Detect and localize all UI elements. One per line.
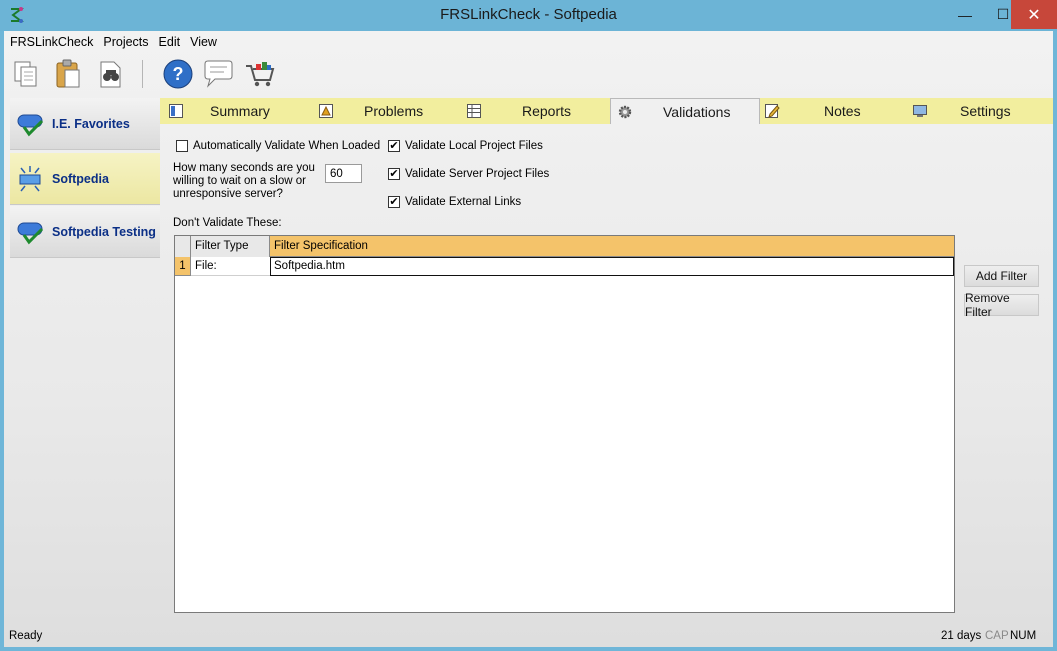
project-label: Softpedia Testing <box>52 224 156 239</box>
project-label: Softpedia <box>52 171 109 186</box>
validate-local-checkbox[interactable]: ✔ <box>388 140 400 152</box>
menu-edit[interactable]: Edit <box>154 31 186 53</box>
dont-validate-label: Don't Validate These: <box>173 217 282 229</box>
gear-icon <box>617 104 633 120</box>
paste-icon[interactable] <box>52 58 84 90</box>
window-title: FRSLinkCheck - Softpedia <box>440 6 617 23</box>
tab-strip: Summary Problems Reports Validations Not… <box>160 98 1053 124</box>
project-label: I.E. Favorites <box>52 116 130 131</box>
validate-server-checkbox[interactable]: ✔ <box>388 168 400 180</box>
num-indicator: NUM <box>1010 630 1037 642</box>
menu-bar: FRSLinkCheck Projects Edit View <box>4 31 1053 53</box>
menu-view[interactable]: View <box>185 31 222 53</box>
validate-external-option[interactable]: ✔ Validate External Links <box>388 196 521 208</box>
column-header-filter-spec[interactable]: Filter Specification <box>270 236 954 257</box>
tab-label: Reports <box>522 103 572 119</box>
validate-local-label: Validate Local Project Files <box>405 140 543 152</box>
filter-spec-cell[interactable]: Softpedia.htm <box>270 257 954 276</box>
row-number: 1 <box>175 257 191 276</box>
tab-label: Summary <box>210 103 270 119</box>
status-text: Ready <box>9 630 43 642</box>
tab-label: Notes <box>824 103 861 119</box>
checkmark-drive-icon <box>16 109 46 139</box>
menu-frslinkcheck[interactable]: FRSLinkCheck <box>4 31 98 53</box>
table-row[interactable]: 1 File: Softpedia.htm <box>175 257 954 276</box>
toolbar: ? <box>4 54 1053 94</box>
remove-filter-button[interactable]: Remove Filter <box>964 291 1039 319</box>
feedback-icon[interactable] <box>202 58 234 90</box>
validate-server-option[interactable]: ✔ Validate Server Project Files <box>388 168 549 180</box>
validate-local-option[interactable]: ✔ Validate Local Project Files <box>388 140 543 152</box>
close-button[interactable]: ✕ <box>1011 0 1057 29</box>
help-icon[interactable]: ? <box>162 58 194 90</box>
problems-icon <box>318 103 334 119</box>
menu-projects[interactable]: Projects <box>98 31 153 53</box>
minimize-button[interactable]: — <box>946 0 984 29</box>
validate-external-label: Validate External Links <box>405 196 522 208</box>
row-header-corner <box>175 236 191 257</box>
project-item-softpedia[interactable]: Softpedia <box>10 153 160 205</box>
notes-icon <box>764 103 780 119</box>
grid-header: Filter Type Filter Specification <box>175 236 954 257</box>
validate-server-label: Validate Server Project Files <box>405 168 550 180</box>
checkmark-drive-icon <box>16 217 46 247</box>
tab-label: Settings <box>960 103 1011 119</box>
filter-type-cell[interactable]: File: <box>191 257 270 276</box>
status-bar: Ready 21 days CAP NUM <box>4 627 1053 647</box>
settings-icon <box>912 103 928 119</box>
auto-validate-option[interactable]: Automatically Validate When Loaded <box>176 140 380 152</box>
tab-reports[interactable]: Reports <box>460 98 608 124</box>
tab-summary[interactable]: Summary <box>160 98 308 124</box>
cart-icon[interactable] <box>244 58 276 90</box>
project-item-softpedia-testing[interactable]: Softpedia Testing <box>10 206 160 258</box>
project-item-ie-favorites[interactable]: I.E. Favorites <box>10 98 160 150</box>
broken-link-icon <box>16 164 46 194</box>
tab-problems[interactable]: Problems <box>310 98 458 124</box>
trial-days: 21 days <box>941 630 982 642</box>
timeout-prompt: How many seconds are you willing to wait… <box>173 162 315 200</box>
title-bar: FRSLinkCheck - Softpedia — ☐ ✕ <box>0 0 1057 31</box>
caps-indicator: CAP <box>985 630 1009 642</box>
client-area: FRSLinkCheck Projects Edit View ? I.E. F… <box>4 31 1053 647</box>
tab-label: Validations <box>663 103 731 120</box>
timeout-seconds-input[interactable] <box>325 164 362 183</box>
validations-panel: Automatically Validate When Loaded How m… <box>160 124 1053 624</box>
tab-validations[interactable]: Validations <box>610 98 760 124</box>
tab-notes[interactable]: Notes <box>760 98 908 124</box>
find-icon[interactable] <box>94 58 126 90</box>
tab-label: Problems <box>364 103 424 119</box>
svg-text:?: ? <box>173 64 184 84</box>
project-list: I.E. Favorites Softpedia Softpedia Testi… <box>10 98 160 260</box>
filter-grid[interactable]: Filter Type Filter Specification 1 File:… <box>174 235 955 613</box>
auto-validate-checkbox[interactable] <box>176 140 188 152</box>
tab-settings[interactable]: Settings <box>908 98 1053 124</box>
add-filter-button[interactable]: Add Filter <box>964 265 1039 287</box>
copy-icon[interactable] <box>10 58 42 90</box>
column-header-filter-type[interactable]: Filter Type <box>191 236 270 257</box>
summary-icon <box>168 103 184 119</box>
validate-external-checkbox[interactable]: ✔ <box>388 196 400 208</box>
toolbar-separator <box>142 60 143 88</box>
reports-icon <box>466 103 482 119</box>
auto-validate-label: Automatically Validate When Loaded <box>193 140 381 152</box>
